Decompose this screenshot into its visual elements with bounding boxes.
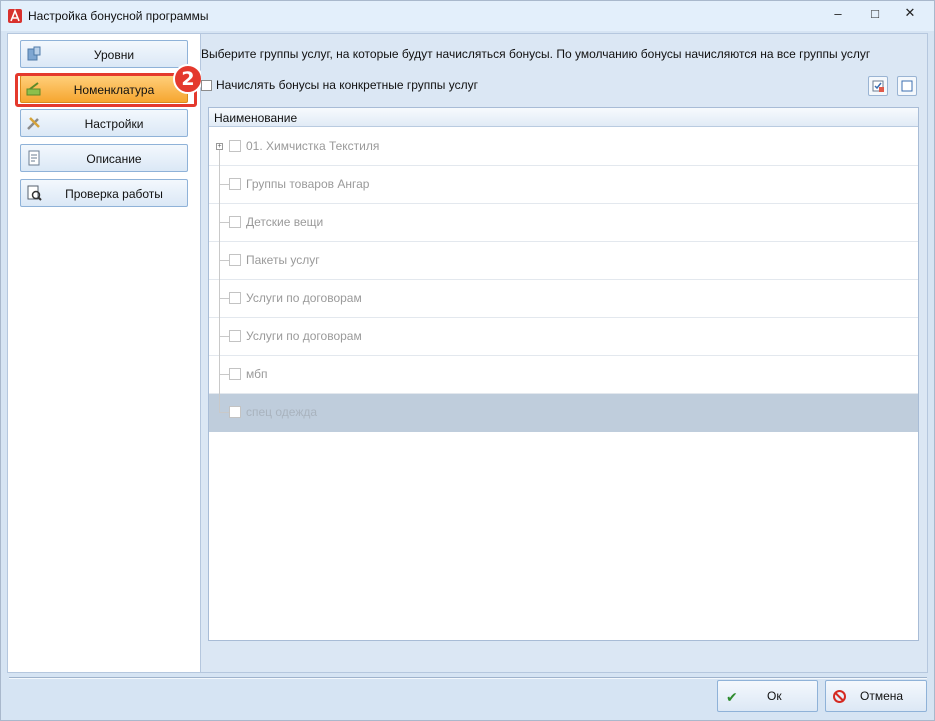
row-checkbox[interactable] xyxy=(229,140,241,152)
checkmark-icon: ✔ xyxy=(726,689,738,705)
main-panel: Выберите группы услуг, на которые будут … xyxy=(201,33,928,673)
app-logo-icon xyxy=(8,9,22,23)
service-groups-grid: Наименование + 01. Химчистка Текстиля Гр… xyxy=(208,107,919,641)
sidebar-item-check-work[interactable]: Проверка работы xyxy=(20,179,188,207)
minimize-button[interactable]: – xyxy=(819,1,857,25)
row-label: Детские вещи xyxy=(246,215,324,229)
tutorial-highlight-frame xyxy=(15,73,197,107)
tree-connector xyxy=(219,412,229,413)
cancel-button[interactable]: Отмена xyxy=(825,680,927,712)
cancel-button-label: Отмена xyxy=(860,689,904,703)
sidebar-item-settings[interactable]: Настройки xyxy=(20,109,188,137)
row-checkbox[interactable] xyxy=(229,406,241,418)
specific-groups-label: Начислять бонусы на конкретные группы ус… xyxy=(216,78,479,92)
row-checkbox[interactable] xyxy=(229,216,241,228)
tree-connector xyxy=(219,336,229,337)
tree-row-selected[interactable]: спец одежда xyxy=(209,394,918,432)
tree-row[interactable]: Группы товаров Ангар xyxy=(209,166,918,204)
specific-groups-checkbox[interactable] xyxy=(201,79,212,91)
row-label: Услуги по договорам xyxy=(246,291,362,305)
row-checkbox[interactable] xyxy=(229,254,241,266)
tree-connector xyxy=(219,184,229,185)
row-label: спец одежда xyxy=(246,405,318,419)
sidebar-item-levels[interactable]: Уровни xyxy=(20,40,188,68)
row-checkbox[interactable] xyxy=(229,292,241,304)
tree-row[interactable]: + 01. Химчистка Текстиля xyxy=(209,128,918,166)
tree-row[interactable]: Детские вещи xyxy=(209,204,918,242)
tree-connector xyxy=(219,394,220,413)
tree-connector xyxy=(219,374,229,375)
tree-row[interactable]: Услуги по договорам xyxy=(209,318,918,356)
expand-icon[interactable]: + xyxy=(216,143,223,150)
tree-row[interactable]: Пакеты услуг xyxy=(209,242,918,280)
row-label: мбп xyxy=(246,367,268,381)
cancel-icon xyxy=(833,690,846,703)
tree-row[interactable]: Услуги по договорам xyxy=(209,280,918,318)
tree-connector xyxy=(219,222,229,223)
sidebar: Уровни Номенклатура Настройки Описание П… xyxy=(7,33,203,673)
sidebar-item-label: Описание xyxy=(86,152,142,166)
select-all-button[interactable] xyxy=(868,76,888,96)
specific-groups-option[interactable]: Начислять бонусы на конкретные группы ус… xyxy=(201,78,478,92)
maximize-button[interactable]: □ xyxy=(856,1,894,25)
tree-connector xyxy=(219,298,229,299)
sidebar-item-description[interactable]: Описание xyxy=(20,144,188,172)
row-label: Услуги по договорам xyxy=(246,329,362,343)
title-bar: Настройка бонусной программы – □ ✕ xyxy=(1,1,934,31)
tree-connector xyxy=(219,150,220,166)
sidebar-item-label: Настройки xyxy=(84,117,144,131)
clear-selection-button[interactable] xyxy=(897,76,917,96)
close-button[interactable]: ✕ xyxy=(891,1,929,25)
column-header-name: Наименование xyxy=(214,111,298,125)
footer-divider-highlight xyxy=(9,678,927,679)
tree-connector xyxy=(219,166,220,204)
grid-column-header[interactable]: Наименование xyxy=(209,108,918,127)
tree-row[interactable]: мбп xyxy=(209,356,918,394)
row-checkbox[interactable] xyxy=(229,178,241,190)
ok-button[interactable]: ✔ Ок xyxy=(717,680,818,712)
window-title: Настройка бонусной программы xyxy=(28,9,209,23)
tree-connector xyxy=(219,204,220,242)
tree-connector xyxy=(219,280,220,318)
row-checkbox[interactable] xyxy=(229,330,241,342)
tree-connector xyxy=(219,260,229,261)
row-label: Пакеты услуг xyxy=(246,253,320,267)
row-label: Группы товаров Ангар xyxy=(246,177,370,191)
tree-connector xyxy=(219,242,220,280)
sidebar-item-label: Проверка работы xyxy=(65,187,163,201)
dialog-window: Настройка бонусной программы – □ ✕ Уровн… xyxy=(0,0,935,721)
tree-connector xyxy=(219,356,220,394)
instruction-text: Выберите группы услуг, на которые будут … xyxy=(201,47,871,61)
ok-button-label: Ок xyxy=(767,689,782,703)
tree-connector xyxy=(219,318,220,356)
sidebar-item-label: Уровни xyxy=(93,48,135,62)
tutorial-step-badge: 2 xyxy=(173,64,203,94)
row-label: 01. Химчистка Текстиля xyxy=(246,139,380,153)
row-checkbox[interactable] xyxy=(229,368,241,380)
